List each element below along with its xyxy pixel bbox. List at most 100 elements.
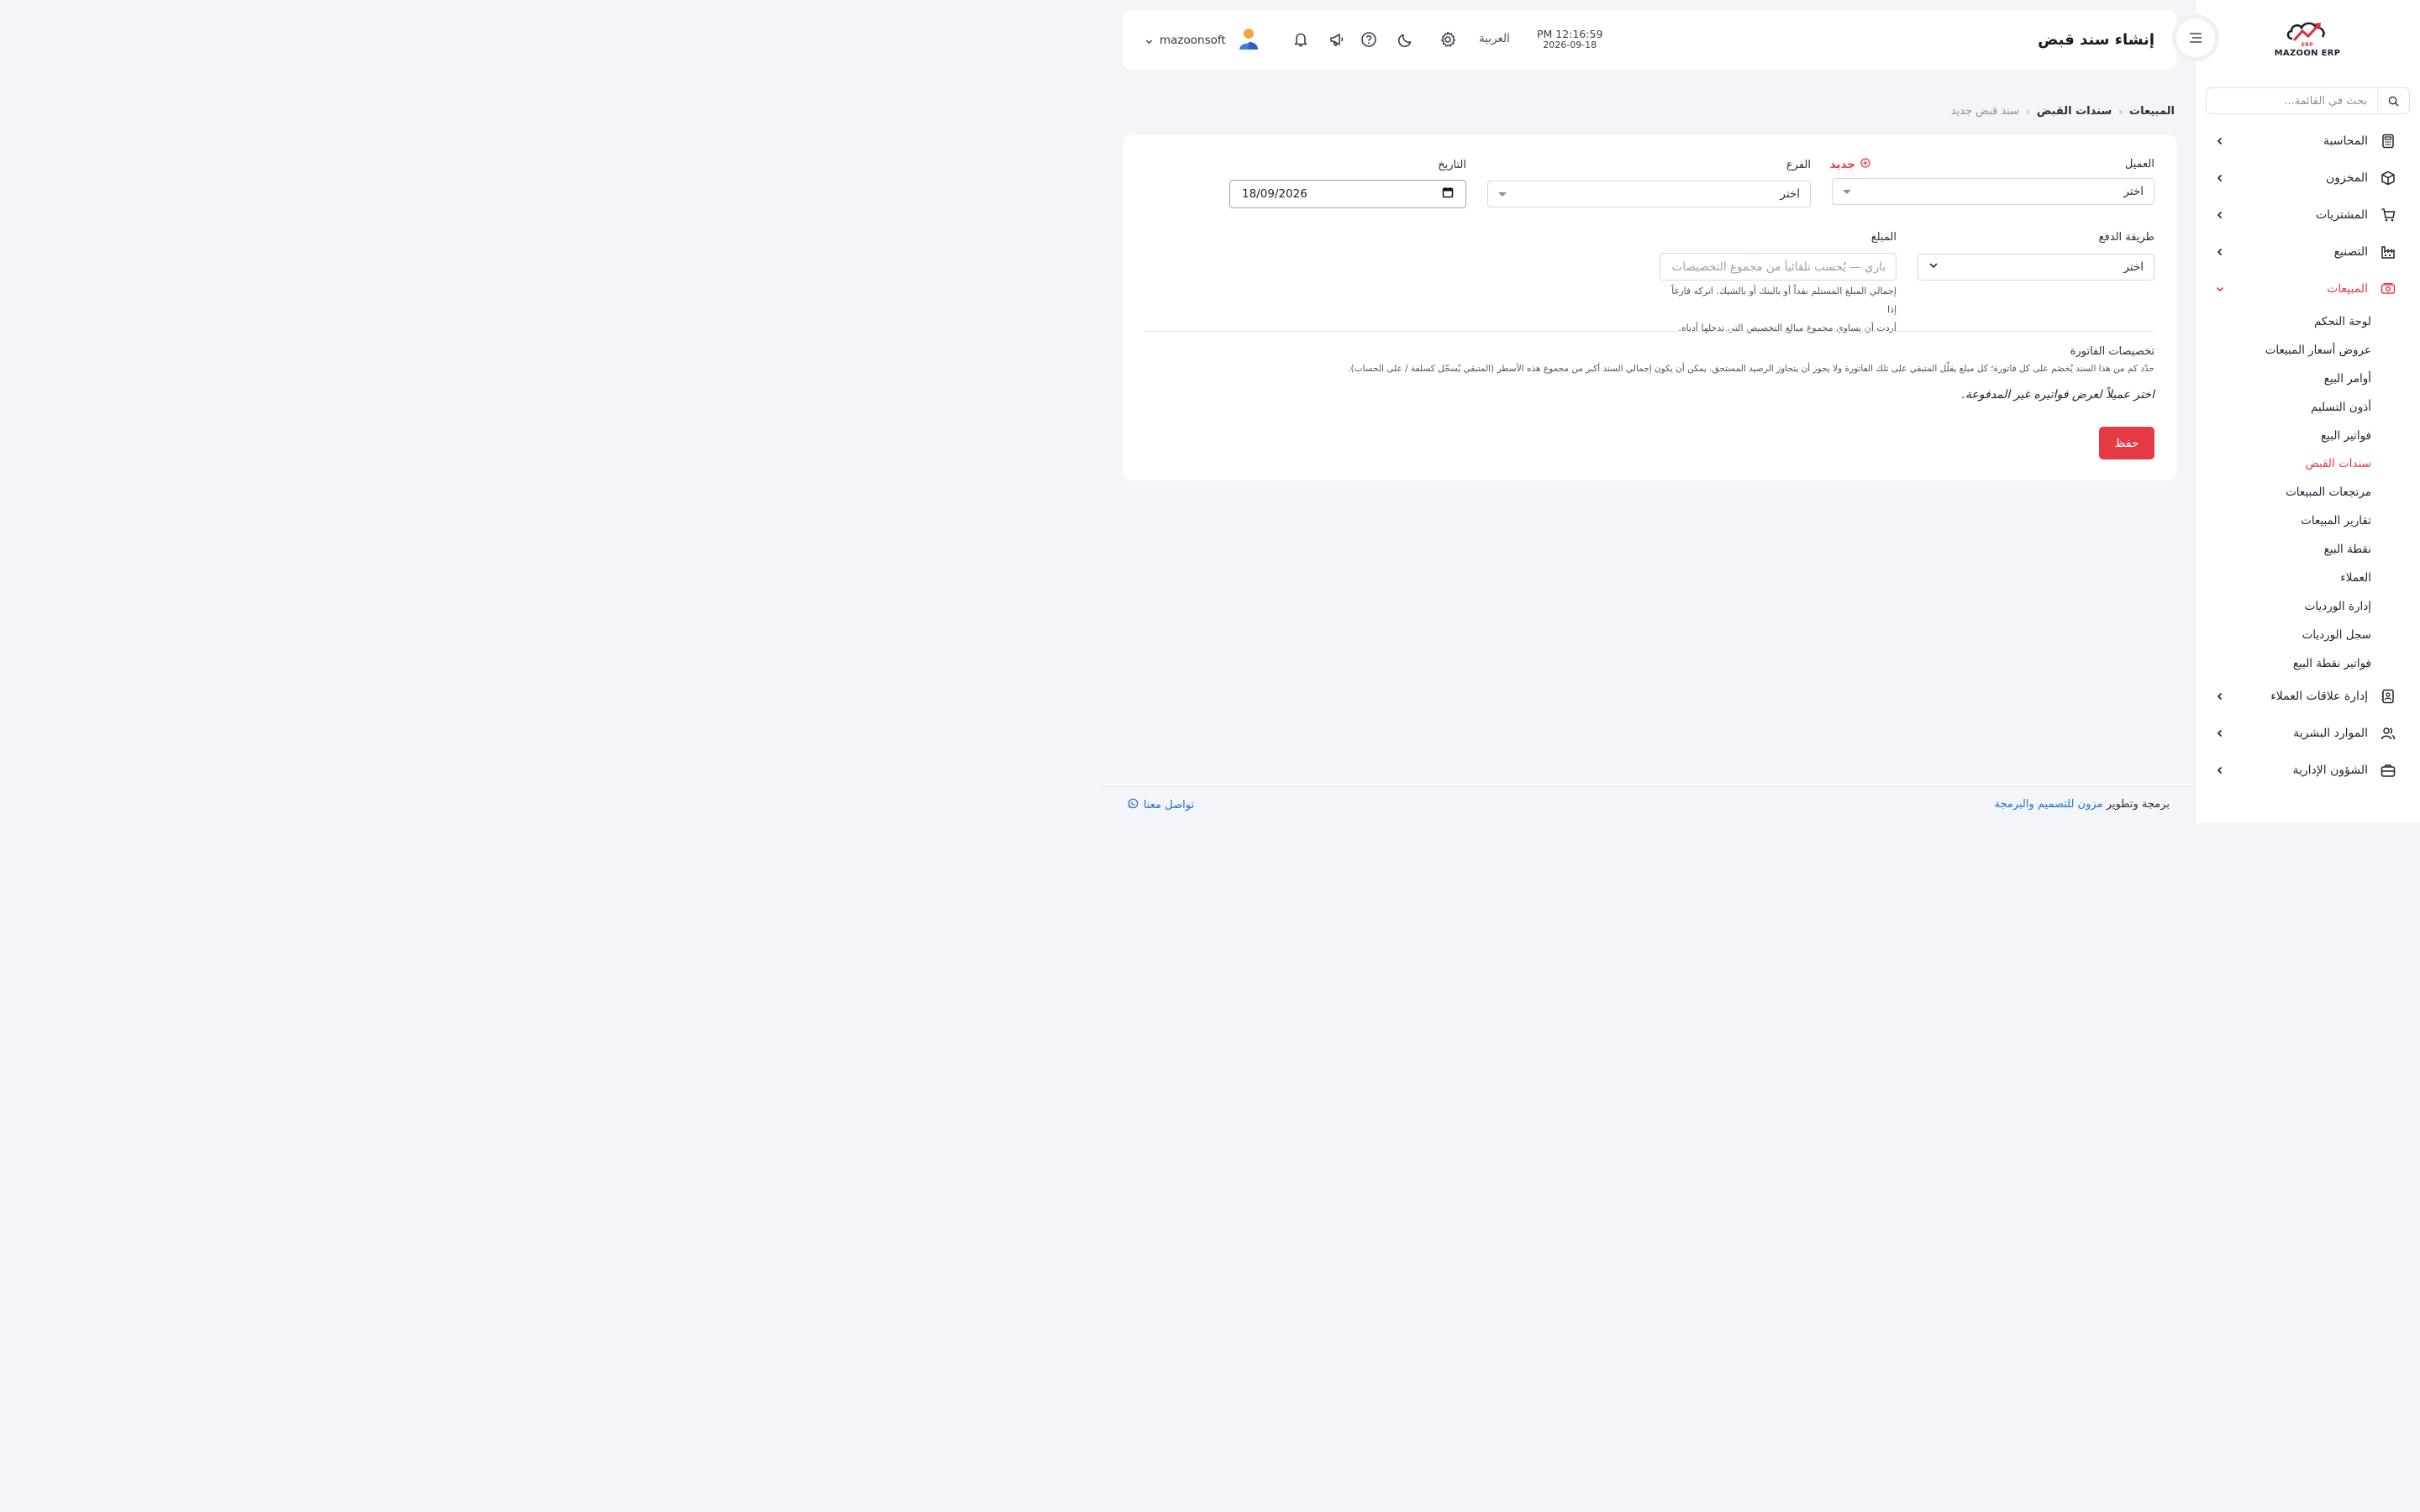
page-title: إنشاء سند قبض xyxy=(2038,30,2154,49)
credit-prefix: برمجة وتطوير xyxy=(2106,798,2170,811)
divider xyxy=(1144,331,2154,332)
megaphone-icon[interactable] xyxy=(1327,29,1347,50)
allocations-title: تخصيصات الفاتورة xyxy=(2070,345,2154,358)
sales-sub-reports[interactable]: تقارير المبيعات xyxy=(2196,507,2420,535)
menu-search-input[interactable] xyxy=(2207,88,2377,113)
sales-sub-customers[interactable]: العملاء xyxy=(2196,564,2420,592)
sidebar-item-sales[interactable]: المبيعات xyxy=(2196,270,2420,307)
users-icon xyxy=(2380,725,2396,742)
sidebar-item-purchases[interactable]: المشتريات xyxy=(2196,197,2420,234)
gear-icon[interactable] xyxy=(1438,29,1458,50)
sidebar-item-inventory[interactable]: المخزون xyxy=(2196,160,2420,197)
sales-sub-orders[interactable]: أوامر البيع xyxy=(2196,365,2420,393)
chevron-left-icon: ‹ xyxy=(2026,105,2030,118)
amount-input[interactable] xyxy=(1660,253,1897,281)
date-input[interactable]: 18/09/2026 xyxy=(1229,180,1466,208)
factory-icon xyxy=(2380,244,2396,260)
sales-sub-pos[interactable]: نقطة البيع xyxy=(2196,535,2420,564)
sales-sub-returns[interactable]: مرتجعات المبيعات xyxy=(2196,478,2420,507)
branch-select-value: اختر xyxy=(1780,187,1800,201)
clock-date: 2026-09-18 xyxy=(1543,39,1597,50)
chevron-left-icon xyxy=(2213,208,2227,222)
credit-brand-link[interactable]: مزون للتصميم والبرمجة xyxy=(1994,798,2102,811)
plus-circle-icon xyxy=(1860,158,1870,171)
sidebar-item-admin[interactable]: الشؤون الإدارية xyxy=(2196,752,2420,789)
cash-icon xyxy=(2380,281,2396,297)
logo-mark-icon xyxy=(2286,22,2325,42)
sidebar-item-hr[interactable]: الموارد البشرية xyxy=(2196,715,2420,752)
amount-help-line: إجمالي المبلغ المستلم نقداً أو بالبنك أو… xyxy=(1671,286,1897,315)
receipt-form-card: العميل جديد اختر الفرع اختر التاريخ 18/0… xyxy=(1123,135,2176,480)
help-icon[interactable] xyxy=(1359,29,1379,50)
chevron-left-icon xyxy=(2213,727,2227,740)
contact-label: تواصل معنا xyxy=(1144,799,1195,811)
amount-help-line: أردت أن يساوي مجموع مبالغ التخصيص التي ت… xyxy=(1678,323,1897,333)
breadcrumb: المبيعات ‹ سندات القبض ‹ سند قبض جديد xyxy=(1951,105,2175,118)
app-logo[interactable]: ERP MAZOON ERP xyxy=(2272,17,2343,67)
language-switch[interactable]: العربية xyxy=(1479,32,1510,45)
amount-help: إجمالي المبلغ المستلم نقداً أو بالبنك أو… xyxy=(1660,282,1897,338)
sales-sub-receipts[interactable]: سندات القبض xyxy=(2196,449,2420,478)
sidebar-item-label: المحاسبة xyxy=(2323,134,2368,148)
sidebar-item-label: المشتريات xyxy=(2315,208,2368,222)
contact-link[interactable]: تواصل معنا xyxy=(1128,798,1194,812)
sales-sub-dashboard[interactable]: لوحة التحكم xyxy=(2196,307,2420,336)
moon-icon[interactable] xyxy=(1396,29,1416,50)
branch-select[interactable]: اختر xyxy=(1487,181,1811,207)
breadcrumb-sales[interactable]: المبيعات xyxy=(2129,105,2175,118)
new-customer-link[interactable]: جديد xyxy=(1830,158,1870,171)
briefcase-icon xyxy=(2380,762,2396,779)
sales-sub-pos-invoices[interactable]: فواتير نقطة البيع xyxy=(2196,649,2420,678)
sales-sub-quotations[interactable]: عروض أسعار المبيعات xyxy=(2196,336,2420,365)
sidebar-item-label: الموارد البشرية xyxy=(2293,726,2368,740)
breadcrumb-current: سند قبض جديد xyxy=(1950,105,2020,118)
chevron-left-icon xyxy=(2213,764,2227,777)
sidebar-toggle-button[interactable] xyxy=(2176,18,2215,57)
user-menu[interactable]: mazoonsoft xyxy=(1145,29,1260,52)
logo-name: MAZOON ERP xyxy=(2274,49,2341,58)
sidebar-menu: المحاسبة المخزون المشتريات التصنيع المبي… xyxy=(2196,123,2420,789)
chevron-left-icon xyxy=(2213,245,2227,259)
chevron-left-icon xyxy=(2213,171,2227,185)
chevron-down-icon xyxy=(2213,282,2227,296)
bell-icon[interactable] xyxy=(1291,29,1311,50)
sidebar-item-label: إدارة علاقات العملاء xyxy=(2270,689,2368,703)
avatar xyxy=(1238,27,1260,54)
whatsapp-icon xyxy=(1128,798,1139,812)
chevron-down-icon xyxy=(1928,260,1939,274)
chevron-down-icon xyxy=(1145,33,1153,49)
chevron-left-icon xyxy=(2213,690,2227,703)
logo-sub: ERP xyxy=(2301,42,2314,48)
date-label: التاريخ xyxy=(1438,159,1466,171)
calendar-icon[interactable] xyxy=(1442,186,1454,202)
caret-down-icon xyxy=(1843,189,1851,194)
clock-time: PM 12:16:59 xyxy=(1537,28,1603,40)
new-link-label: جديد xyxy=(1829,158,1855,171)
topbar: إنشاء سند قبض PM 12:16:59 2026-09-18 الع… xyxy=(1123,10,2176,69)
search-icon xyxy=(2377,88,2409,113)
sidebar-item-label: التصنيع xyxy=(2333,245,2368,259)
clock: PM 12:16:59 2026-09-18 xyxy=(1537,29,1602,50)
payment-method-value: اختر xyxy=(2123,260,2144,274)
customer-select[interactable]: اختر xyxy=(1832,178,2154,205)
sales-submenu: لوحة التحكم عروض أسعار المبيعات أوامر ال… xyxy=(2196,307,2420,678)
box-icon xyxy=(2380,170,2396,186)
save-button[interactable]: حفظ xyxy=(2099,427,2154,459)
breadcrumb-receipts[interactable]: سندات القبض xyxy=(2037,105,2112,118)
payment-method-select[interactable]: اختر xyxy=(1918,254,2154,281)
branch-label: الفرع xyxy=(1786,159,1811,171)
sales-sub-deliveries[interactable]: أذون التسليم xyxy=(2196,393,2420,422)
customer-select-value: اختر xyxy=(2123,185,2144,198)
chevron-left-icon xyxy=(2213,134,2227,148)
cart-icon xyxy=(2380,207,2396,223)
sidebar-item-manufacturing[interactable]: التصنيع xyxy=(2196,234,2420,270)
username: mazoonsoft xyxy=(1160,34,1226,47)
sales-sub-shift-log[interactable]: سجل الورديات xyxy=(2196,621,2420,649)
footer: برمجة وتطوير مزون للتصميم والبرمجة تواصل… xyxy=(1102,786,2195,823)
sales-sub-invoices[interactable]: فواتير البيع xyxy=(2196,422,2420,450)
allocations-description: حدّد كم من هذا السند يُخصَم على كل فاتور… xyxy=(1348,364,2154,374)
sales-sub-shifts[interactable]: إدارة الورديات xyxy=(2196,592,2420,621)
payment-method-label: طريقة الدفع xyxy=(2098,231,2154,244)
sidebar-item-accounting[interactable]: المحاسبة xyxy=(2196,123,2420,160)
sidebar-item-crm[interactable]: إدارة علاقات العملاء xyxy=(2196,678,2420,715)
